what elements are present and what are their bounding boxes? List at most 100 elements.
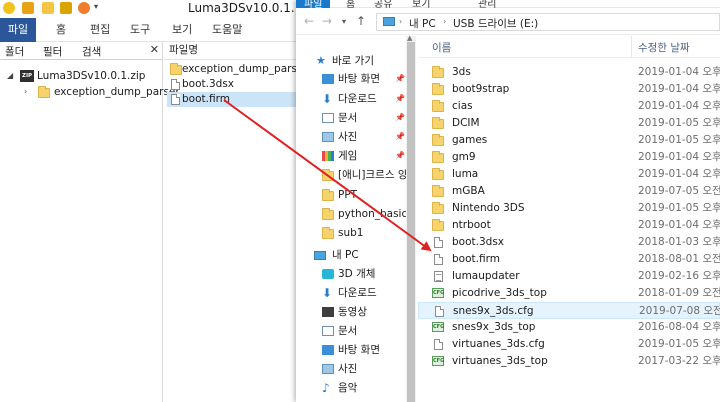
nav-item-folder[interactable]: PPT <box>296 186 406 204</box>
ribbon-tab-file[interactable]: 파일 <box>296 0 331 10</box>
nav-item-folder[interactable]: [애니]크르스 앙 <box>296 166 408 184</box>
expand-icon[interactable]: ◢ <box>7 68 13 84</box>
nav-label: 바탕 화면 <box>338 73 380 85</box>
column-header-name[interactable]: 이름 <box>432 40 451 55</box>
nav-item-3d-objects[interactable]: 3D 개체 <box>296 265 406 283</box>
menu-view[interactable]: 보기 <box>172 18 192 42</box>
nav-label: 음악 <box>338 382 358 394</box>
nav-item-desktop[interactable]: 바탕 화면 <box>296 341 406 359</box>
folder-pane-tabs: 폴더 필터 검색 ✕ <box>0 42 163 60</box>
archive-menubar: 파일 홈 편집 도구 보기 도움말 <box>0 18 296 42</box>
column-divider[interactable] <box>631 36 632 58</box>
nav-label: sub1 <box>338 227 364 239</box>
pictures-icon <box>322 364 334 374</box>
nav-item-desktop[interactable]: 바탕 화면 📌 <box>296 70 406 88</box>
pin-icon[interactable]: 📌 <box>395 147 405 165</box>
extract-icon[interactable] <box>60 2 72 14</box>
tab-search[interactable]: 검색 <box>82 44 101 59</box>
column-header-filename[interactable]: 파일명 <box>164 42 296 60</box>
nav-item-music[interactable]: ♪ 음악 <box>296 379 406 397</box>
nav-item-downloads[interactable]: ⬇ 다운로드 <box>296 284 406 302</box>
pictures-icon <box>322 132 334 142</box>
tab-filter[interactable]: 필터 <box>43 44 62 59</box>
nav-this-pc[interactable]: 내 PC <box>296 246 406 264</box>
recent-locations-icon[interactable]: ▾ <box>342 17 346 26</box>
scroll-up-icon[interactable]: ▲ <box>407 34 412 42</box>
item-date: 2018-01-03 오후... <box>638 236 720 248</box>
nav-item-pictures[interactable]: 사진 📌 <box>296 128 406 146</box>
pin-icon[interactable]: 📌 <box>395 109 405 127</box>
menu-tools[interactable]: 도구 <box>130 18 150 42</box>
table-row[interactable]: mGBA 2019-07-05 오전... <box>418 183 720 200</box>
nav-item-videos[interactable]: 동영상 <box>296 303 406 321</box>
nav-item-documents[interactable]: 문서 <box>296 322 406 340</box>
item-name: virtuanes_3ds.cfg <box>452 338 545 350</box>
forward-arrow-icon[interactable]: → <box>322 14 332 28</box>
table-row[interactable]: games 2019-01-05 오후... <box>418 132 720 149</box>
table-row[interactable]: boot9strap 2019-01-04 오후... <box>418 81 720 98</box>
tab-folder[interactable]: 폴더 <box>5 44 24 59</box>
nav-label: 다운로드 <box>338 287 377 299</box>
desktop-icon <box>322 74 334 84</box>
table-row[interactable]: CFG virtuanes_3ds_top 2017-03-22 오후... <box>418 353 720 370</box>
up-arrow-icon[interactable]: ↑ <box>356 14 366 28</box>
table-row[interactable]: cias 2019-01-04 오후... <box>418 98 720 115</box>
nav-item-downloads[interactable]: ⬇ 다운로드 📌 <box>296 90 406 108</box>
pin-icon[interactable]: 📌 <box>395 70 405 88</box>
item-name: ntrboot <box>452 219 491 231</box>
file-icon <box>434 254 443 265</box>
table-row[interactable]: CFG picodrive_3ds_top 2018-01-09 오전... <box>418 285 720 302</box>
list-item[interactable]: exception_dump_parser <box>167 62 296 77</box>
nav-item-documents[interactable]: 문서 📌 <box>296 109 406 127</box>
close-icon[interactable]: ✕ <box>150 43 159 56</box>
chevron-right-icon[interactable]: › <box>24 84 27 100</box>
play-icon[interactable] <box>78 2 90 14</box>
pin-icon[interactable]: 📌 <box>395 90 405 108</box>
chevron-right-icon[interactable]: › <box>443 17 446 26</box>
nav-item-folder[interactable]: python_basic <box>296 205 407 223</box>
chevron-down-icon[interactable]: ▾ <box>94 2 98 11</box>
chevron-right-icon[interactable]: › <box>399 17 402 26</box>
new-archive-icon[interactable] <box>22 2 34 14</box>
tree-root-label: Luma3DSv10.0.1.zip <box>37 70 146 82</box>
menu-help[interactable]: 도움말 <box>212 18 242 42</box>
nav-label: 3D 개체 <box>338 268 376 280</box>
breadcrumb-pc[interactable]: 내 PC <box>409 16 436 31</box>
nav-item-pictures[interactable]: 사진 <box>296 360 406 378</box>
nav-label: 바탕 화면 <box>338 344 380 356</box>
nav-item-games[interactable]: 게임 📌 <box>296 147 406 165</box>
menu-home[interactable]: 홈 <box>56 18 66 42</box>
table-row[interactable]: luma 2019-01-04 오후... <box>418 166 720 183</box>
list-item[interactable]: boot.3dsx <box>167 77 296 92</box>
table-row[interactable]: Nintendo 3DS 2019-01-05 오후... <box>418 200 720 217</box>
file-name: boot.firm <box>182 93 230 105</box>
table-row[interactable]: boot.firm 2018-08-01 오전... <box>418 251 720 268</box>
archive-titlebar: ▾ Luma3DSv10.0.1. <box>0 0 296 16</box>
address-bar[interactable]: › 내 PC › USB 드라이브 (E:) <box>376 13 720 31</box>
pin-icon[interactable]: 📌 <box>395 128 405 146</box>
breadcrumb-drive[interactable]: USB 드라이브 (E:) <box>453 16 538 31</box>
table-row[interactable]: 3ds 2019-01-04 오후... <box>418 64 720 81</box>
table-row[interactable]: boot.3dsx 2018-01-03 오후... <box>418 234 720 251</box>
table-row-selected[interactable]: snes9x_3ds.cfg 2019-07-08 오전... <box>418 302 720 319</box>
folder-icon <box>432 83 444 95</box>
menu-file[interactable]: 파일 <box>0 18 36 42</box>
table-row[interactable]: gm9 2019-01-04 오후... <box>418 149 720 166</box>
nav-label: 바로 가기 <box>332 55 374 67</box>
table-row[interactable]: ntrboot 2019-01-04 오후... <box>418 217 720 234</box>
nav-pane-scrollbar[interactable]: ▲ <box>406 34 416 402</box>
table-row[interactable]: CFG snes9x_3ds_top 2016-08-04 오후... <box>418 319 720 336</box>
nav-item-folder[interactable]: sub1 <box>296 224 406 242</box>
column-header-modified[interactable]: 수정한 날짜 <box>638 40 690 55</box>
table-row[interactable]: lumaupdater 2019-02-16 오후... <box>418 268 720 285</box>
list-item-selected[interactable]: boot.firm <box>167 92 296 107</box>
table-row[interactable]: DCIM 2019-01-05 오후... <box>418 115 720 132</box>
nav-quick-access[interactable]: ★ 바로 가기 <box>296 52 406 70</box>
config-file-icon: CFG <box>432 288 445 298</box>
menu-edit[interactable]: 편집 <box>90 18 110 42</box>
scrollbar-thumb[interactable] <box>407 42 415 402</box>
table-row[interactable]: virtuanes_3ds.cfg 2019-01-05 오후... <box>418 336 720 353</box>
open-icon[interactable] <box>42 2 54 14</box>
nav-label: 문서 <box>338 325 358 337</box>
back-arrow-icon[interactable]: ← <box>304 14 314 28</box>
